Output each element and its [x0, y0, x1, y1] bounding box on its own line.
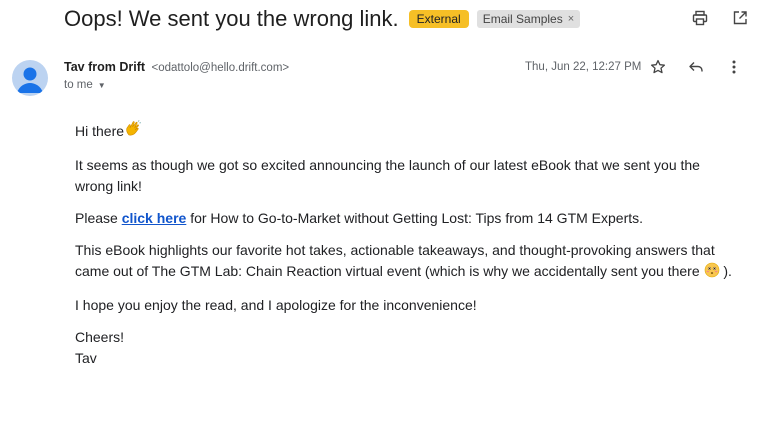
sender-email: <odattolo@hello.drift.com>	[151, 62, 290, 74]
body-paragraph-1: It seems as though we got so excited ann…	[75, 157, 700, 194]
signoff-paragraph: Cheers! Tav	[75, 327, 735, 369]
printer-icon[interactable]	[690, 8, 710, 28]
p3-end: ).	[719, 263, 732, 279]
reply-icon[interactable]	[686, 57, 706, 77]
external-badge: External	[408, 10, 469, 28]
p2-suffix: for How to Go-to-Market without Getting …	[186, 210, 644, 226]
person-avatar-icon[interactable]	[12, 60, 48, 96]
subject-row: Oops! We sent you the wrong link. Extern…	[64, 4, 752, 34]
greeting-paragraph: Hi there	[75, 120, 735, 144]
message-actions	[648, 57, 744, 77]
waving-hand-emoji	[124, 120, 142, 144]
recipient-label: to me	[64, 79, 93, 91]
sender-line: Tav from Drift <odattolo@hello.drift.com…	[64, 60, 289, 74]
flushed-face-emoji	[704, 262, 720, 284]
p3-text: This eBook highlights our favorite hot t…	[75, 242, 715, 279]
folder-label-chip[interactable]: Email Samples ×	[476, 10, 581, 28]
body-paragraph-2: Please click here for How to Go-to-Marke…	[75, 208, 735, 229]
email-subject: Oops! We sent you the wrong link.	[64, 6, 399, 31]
email-date: Thu, Jun 22, 12:27 PM	[525, 61, 642, 73]
body-paragraph-4: I hope you enjoy the read, and I apologi…	[75, 297, 477, 313]
body-paragraph-3: This eBook highlights our favorite hot t…	[75, 240, 735, 284]
signoff-text: Cheers!	[75, 329, 125, 345]
email-body: Hi there It seems as though we got so ex…	[75, 120, 735, 369]
more-vertical-icon[interactable]	[724, 57, 744, 77]
recipient-details-toggle[interactable]: to me ▼	[64, 79, 106, 91]
greeting-text: Hi there	[75, 123, 125, 139]
p2-prefix: Please	[75, 210, 122, 226]
remove-label-button[interactable]: ×	[568, 12, 574, 26]
sender-name[interactable]: Tav from Drift	[64, 60, 145, 74]
folder-label-text: Email Samples	[482, 12, 563, 26]
chevron-down-icon: ▼	[97, 80, 106, 90]
star-icon[interactable]	[648, 57, 668, 77]
thread-actions	[690, 8, 750, 28]
signature-text: Tav	[75, 350, 97, 366]
open-in-new-window-icon[interactable]	[730, 8, 750, 28]
click-here-link[interactable]: click here	[122, 210, 187, 226]
